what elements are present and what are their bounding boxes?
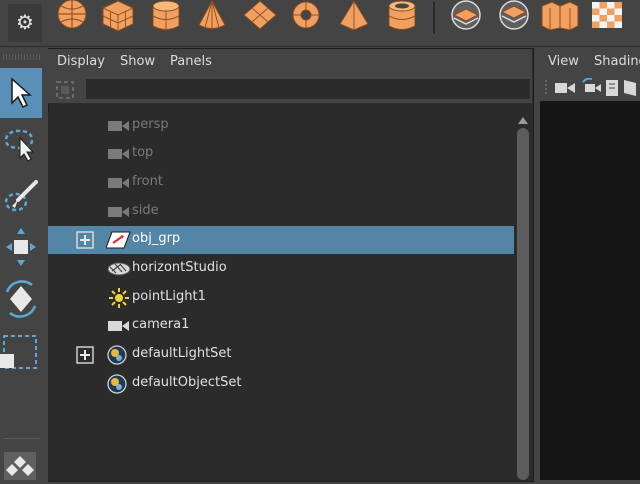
outliner-menubar: Display Show Panels bbox=[48, 49, 532, 75]
outliner-row-obj-grp[interactable]: obj_grp bbox=[48, 226, 514, 254]
menu-display[interactable]: Display bbox=[57, 54, 105, 69]
outliner-row-default-light-set[interactable]: defaultLightSet bbox=[48, 341, 514, 369]
outliner-row-label: obj_grp bbox=[132, 231, 181, 246]
cone-icon[interactable] bbox=[192, 0, 232, 32]
checker-grid-icon[interactable] bbox=[588, 0, 628, 32]
quick-layout-button[interactable] bbox=[2, 450, 38, 480]
outliner-row-label: persp bbox=[132, 117, 169, 132]
outliner-row-top[interactable]: top bbox=[48, 140, 514, 168]
shelf-bar: ⚙ bbox=[0, 0, 640, 47]
paint-select-tool-button[interactable] bbox=[0, 172, 42, 222]
scale-tool-button[interactable] bbox=[0, 326, 42, 376]
expand-plus-icon[interactable] bbox=[76, 346, 94, 364]
move-tool-button[interactable] bbox=[0, 222, 42, 272]
pipe-icon[interactable] bbox=[382, 0, 422, 32]
studio-icon bbox=[107, 262, 131, 276]
cube-icon[interactable] bbox=[98, 0, 138, 32]
move-arrows-icon bbox=[6, 228, 36, 266]
bookmark-icon[interactable] bbox=[604, 78, 620, 98]
outliner-search-input[interactable] bbox=[86, 79, 530, 99]
sphere-icon[interactable] bbox=[52, 0, 92, 32]
outliner-row-label: horizontStudio bbox=[132, 260, 227, 275]
lasso-tool-button[interactable] bbox=[0, 120, 42, 170]
toolbox-grip[interactable] bbox=[3, 54, 41, 60]
outliner-row-label: defaultObjectSet bbox=[132, 375, 242, 390]
shelf-settings-button[interactable]: ⚙ bbox=[8, 4, 42, 42]
set-icon bbox=[107, 374, 127, 394]
camera-icon bbox=[108, 207, 129, 217]
rotate-tool-button[interactable] bbox=[0, 274, 42, 324]
gear-icon: ⚙ bbox=[16, 10, 34, 34]
outliner-row-default-object-set[interactable]: defaultObjectSet bbox=[48, 370, 514, 398]
scale-icon bbox=[0, 335, 37, 369]
outliner-row-front[interactable]: front bbox=[48, 169, 514, 197]
menu-panels[interactable]: Panels bbox=[170, 54, 212, 69]
camera-icon bbox=[108, 121, 129, 131]
outliner-row-label: front bbox=[132, 174, 163, 189]
viewport-toolbar bbox=[540, 75, 640, 101]
image-plane-icon[interactable] bbox=[622, 78, 640, 98]
outliner-row-persp[interactable]: persp bbox=[48, 112, 514, 140]
filter-icon[interactable] bbox=[54, 79, 76, 101]
viewport-camera-icon[interactable] bbox=[554, 80, 576, 96]
polygon-cubes-icon[interactable] bbox=[540, 0, 580, 32]
camera-icon bbox=[108, 178, 129, 188]
cylinder-icon[interactable] bbox=[146, 0, 186, 32]
viewport-canvas[interactable] bbox=[540, 101, 640, 480]
torus-icon[interactable] bbox=[286, 0, 326, 32]
toolbox-separator bbox=[4, 438, 40, 439]
point-light-icon bbox=[109, 288, 129, 308]
layer-stack-icon[interactable] bbox=[494, 0, 534, 32]
toolbar-grip-icon bbox=[545, 80, 547, 96]
camera-icon bbox=[108, 149, 129, 159]
camera-icon bbox=[108, 321, 129, 331]
scrollbar-thumb[interactable] bbox=[517, 128, 529, 480]
lasso-icon bbox=[4, 129, 35, 162]
select-arrow-icon bbox=[11, 77, 32, 109]
pyramid-icon[interactable] bbox=[334, 0, 374, 32]
set-icon bbox=[107, 345, 127, 365]
outliner-row-label: side bbox=[132, 203, 159, 218]
select-tool-button[interactable] bbox=[0, 68, 42, 118]
menu-shading[interactable]: Shading bbox=[594, 54, 640, 69]
plane-icon[interactable] bbox=[240, 0, 280, 32]
outliner-row-side[interactable]: side bbox=[48, 198, 514, 226]
shelf-separator bbox=[433, 2, 435, 34]
scroll-up-arrow-icon[interactable] bbox=[517, 115, 529, 125]
outliner-row-label: camera1 bbox=[132, 317, 190, 332]
expand-plus-icon[interactable] bbox=[76, 231, 94, 249]
outliner-row-label: top bbox=[132, 145, 154, 160]
outliner-row-point-light[interactable]: pointLight1 bbox=[48, 284, 514, 312]
viewport-menubar: View Shading bbox=[540, 49, 640, 75]
camera-attributes-icon[interactable] bbox=[580, 78, 602, 98]
outliner-list: persp top front side obj_grp horizontStu… bbox=[48, 112, 514, 480]
menu-view[interactable]: View bbox=[548, 54, 579, 69]
layer-icon[interactable] bbox=[446, 0, 486, 32]
menu-show[interactable]: Show bbox=[120, 54, 155, 69]
rotate-icon bbox=[5, 280, 37, 318]
paint-brush-icon bbox=[4, 180, 38, 212]
outliner-row-camera1[interactable]: camera1 bbox=[48, 312, 514, 340]
outliner-row-label: defaultLightSet bbox=[132, 346, 232, 361]
outliner-row-label: pointLight1 bbox=[132, 289, 206, 304]
outliner-row-horizont-studio[interactable]: horizontStudio bbox=[48, 255, 514, 283]
group-icon bbox=[106, 231, 131, 249]
diamond-grid-icon bbox=[4, 452, 36, 480]
